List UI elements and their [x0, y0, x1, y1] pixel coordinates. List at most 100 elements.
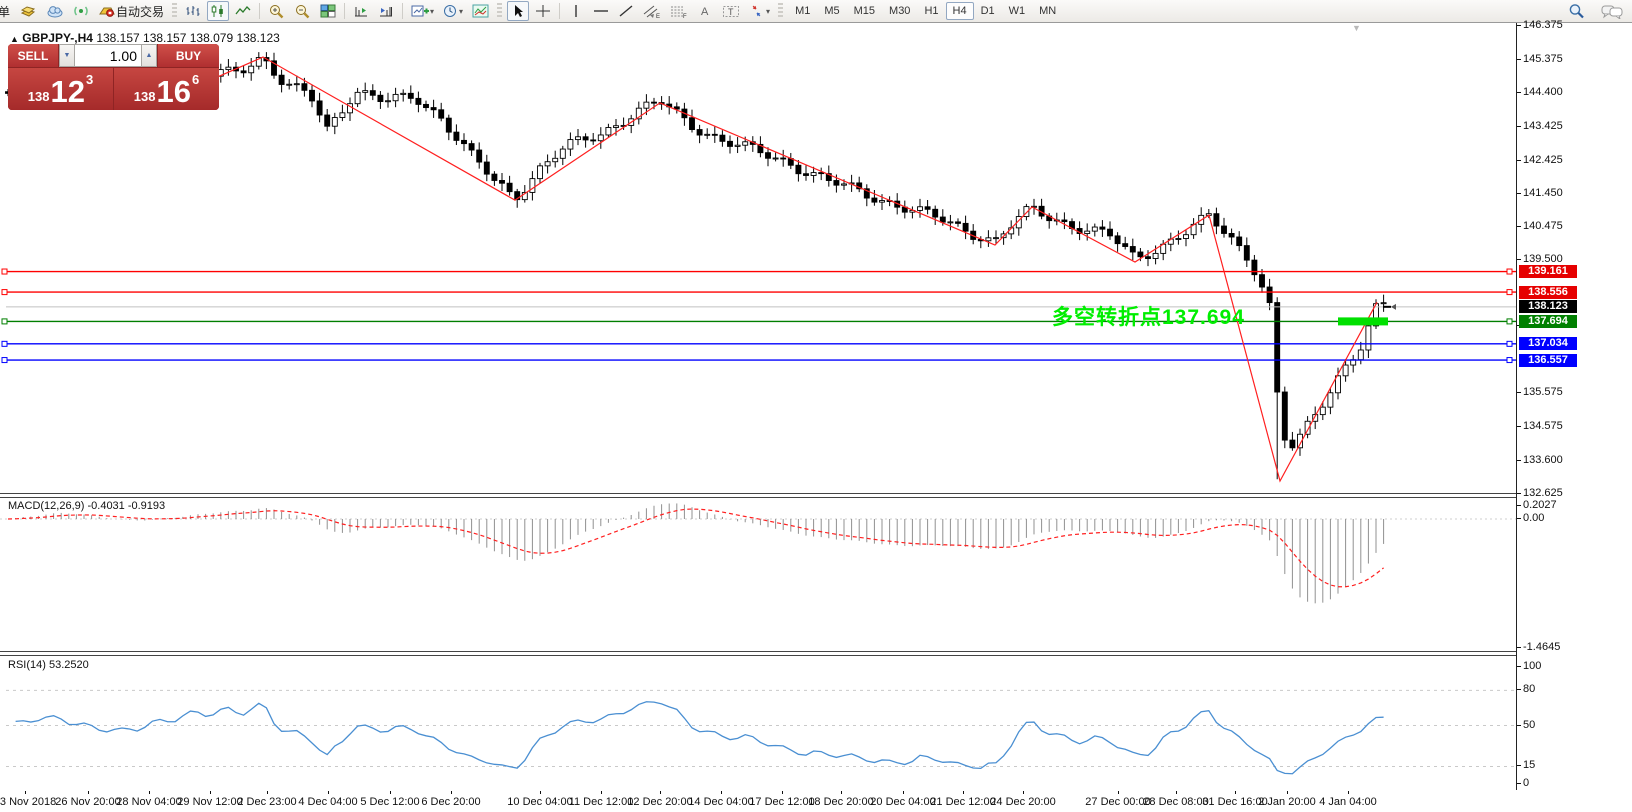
tile-windows-icon[interactable]: [317, 1, 339, 21]
new-order-label[interactable]: 单: [0, 3, 13, 20]
macd-values: -0.4031 -0.9193: [87, 500, 166, 512]
time-tick: [1287, 791, 1288, 794]
time-tick-label: 28 Dec 08:00: [1143, 796, 1209, 808]
collapse-arrow-icon[interactable]: ▼: [1352, 23, 1361, 33]
timeframe-D1[interactable]: D1: [974, 2, 1002, 20]
time-tick: [451, 791, 452, 794]
buy-button[interactable]: BUY: [157, 44, 219, 67]
chart-window: 146.375 145.375 144.400 143.425 142.425 141.4…: [0, 19, 1632, 812]
toolbar-separator: [259, 3, 261, 19]
line-chart-icon[interactable]: [232, 1, 254, 21]
time-tick: [1023, 791, 1024, 794]
mql5-cloud-icon[interactable]: [43, 1, 67, 21]
timeframe-H4[interactable]: H4: [945, 2, 974, 20]
time-tick-label: 4 Dec 04:00: [298, 796, 358, 808]
buy-price-big: 16: [156, 74, 191, 109]
rsi-value: 53.2520: [48, 659, 89, 671]
indicator-list-icon[interactable]: [469, 1, 492, 21]
new-chart-button[interactable]: ▾: [408, 1, 437, 21]
time-tick: [963, 791, 964, 794]
toolbar-separator: [402, 3, 404, 19]
buy-price-base: 138: [133, 89, 156, 104]
price-tick-label: 140.475: [1517, 219, 1563, 232]
time-tick: [267, 791, 268, 794]
price-line-label: 139.161: [1519, 265, 1577, 279]
macd-tick-label: 0.2027: [1517, 499, 1557, 511]
periods-clock-button[interactable]: ▾: [440, 1, 466, 21]
time-tick: [782, 791, 783, 794]
price-axis[interactable]: 146.375 145.375 144.400 143.425 142.425 141.4…: [1516, 19, 1632, 790]
macd-plot[interactable]: [0, 497, 1516, 651]
macd-tick-label: 0.00: [1516, 512, 1545, 524]
buy-price-tile[interactable]: 138 16 6: [114, 68, 219, 110]
text-icon[interactable]: A: [694, 1, 716, 21]
svg-text:A: A: [701, 6, 709, 18]
pivot-highlight-segment[interactable]: [1338, 317, 1388, 326]
crosshair-icon[interactable]: [532, 1, 554, 21]
arrows-button[interactable]: ▾: [746, 1, 773, 21]
vertical-line-icon[interactable]: [565, 1, 587, 21]
symbol-arrow-icon[interactable]: ▲: [10, 34, 19, 44]
sell-button[interactable]: SELL: [8, 44, 59, 67]
timeframe-M5[interactable]: M5: [817, 2, 846, 20]
cursor-icon[interactable]: [507, 1, 530, 21]
price-tick-label: 142.425: [1517, 153, 1563, 166]
svg-text:T: T: [728, 7, 734, 17]
new-order-icon[interactable]: [16, 1, 40, 21]
time-tick-label: 17 Dec 12:00: [749, 796, 815, 808]
auto-scroll-icon[interactable]: [375, 1, 397, 21]
candle-chart-icon[interactable]: [207, 1, 230, 21]
main-chart-plot[interactable]: [0, 23, 1516, 493]
pivot-annotation: 多空转折点137.694: [1052, 306, 1245, 329]
fibonacci-icon[interactable]: F: [667, 1, 691, 21]
price-tick-label: 143.425: [1517, 119, 1563, 132]
horizontal-line-icon[interactable]: [590, 1, 612, 21]
chevron-down-icon: ▾: [459, 6, 464, 16]
time-tick: [721, 791, 722, 794]
autotrade-button[interactable]: 自动交易: [95, 1, 167, 21]
time-tick: [1235, 791, 1236, 794]
time-tick-label: 21 Dec 12:00: [930, 796, 996, 808]
time-tick: [540, 791, 541, 794]
rsi-label: RSI(14): [8, 659, 46, 671]
timeframe-M15[interactable]: M15: [847, 2, 882, 20]
timeframe-MN[interactable]: MN: [1032, 2, 1063, 20]
time-tick-label: 23 Nov 2018: [0, 796, 57, 808]
timeframe-M1[interactable]: M1: [788, 2, 817, 20]
svg-text:E: E: [656, 14, 660, 19]
zoom-out-icon[interactable]: [291, 1, 314, 21]
timeframe-H1[interactable]: H1: [917, 2, 945, 20]
toolbar-grip: [172, 3, 178, 19]
sell-price-tile[interactable]: 138 12 3: [8, 68, 114, 110]
zoom-in-icon[interactable]: [265, 1, 288, 21]
sell-price-sup: 3: [85, 72, 94, 87]
volume-increase-button[interactable]: ▲: [141, 44, 157, 67]
time-tick-label: 2 Dec 23:00: [237, 796, 297, 808]
toolbar-separator: [344, 3, 346, 19]
time-tick: [210, 791, 211, 794]
chart-shift-icon[interactable]: [350, 1, 372, 21]
timeframe-W1[interactable]: W1: [1002, 2, 1033, 20]
timeframe-M30[interactable]: M30: [882, 2, 917, 20]
time-axis[interactable]: 23 Nov 2018 26 Nov 20:00 28 Nov 04:00 29 No…: [0, 791, 1632, 812]
chevron-down-icon: ▾: [766, 6, 771, 16]
trendline-icon[interactable]: [615, 1, 637, 21]
macd-tick-label: -1.4645: [1516, 641, 1561, 653]
toolbar-separator: [559, 3, 561, 19]
timeframe-group: M1 M5 M15 M30 H1 H4 D1 W1 MN: [788, 2, 1063, 20]
volume-input[interactable]: [75, 44, 141, 67]
time-tick: [328, 791, 329, 794]
rsi-plot[interactable]: [0, 656, 1516, 791]
search-icon[interactable]: [1565, 1, 1588, 21]
time-tick: [390, 791, 391, 794]
volume-decrease-button[interactable]: ▼: [59, 44, 75, 67]
text-label-icon[interactable]: T: [719, 1, 743, 21]
signals-icon[interactable]: [70, 1, 92, 21]
bar-chart-icon[interactable]: [182, 1, 204, 21]
price-line-label: 137.034: [1519, 337, 1577, 351]
equidistant-channel-icon[interactable]: E: [640, 1, 664, 21]
time-tick-label: 24 Dec 20:00: [990, 796, 1056, 808]
sell-price-base: 138: [27, 89, 50, 104]
zigzag-line[interactable]: [214, 56, 1378, 483]
chat-icon[interactable]: [1598, 1, 1626, 21]
